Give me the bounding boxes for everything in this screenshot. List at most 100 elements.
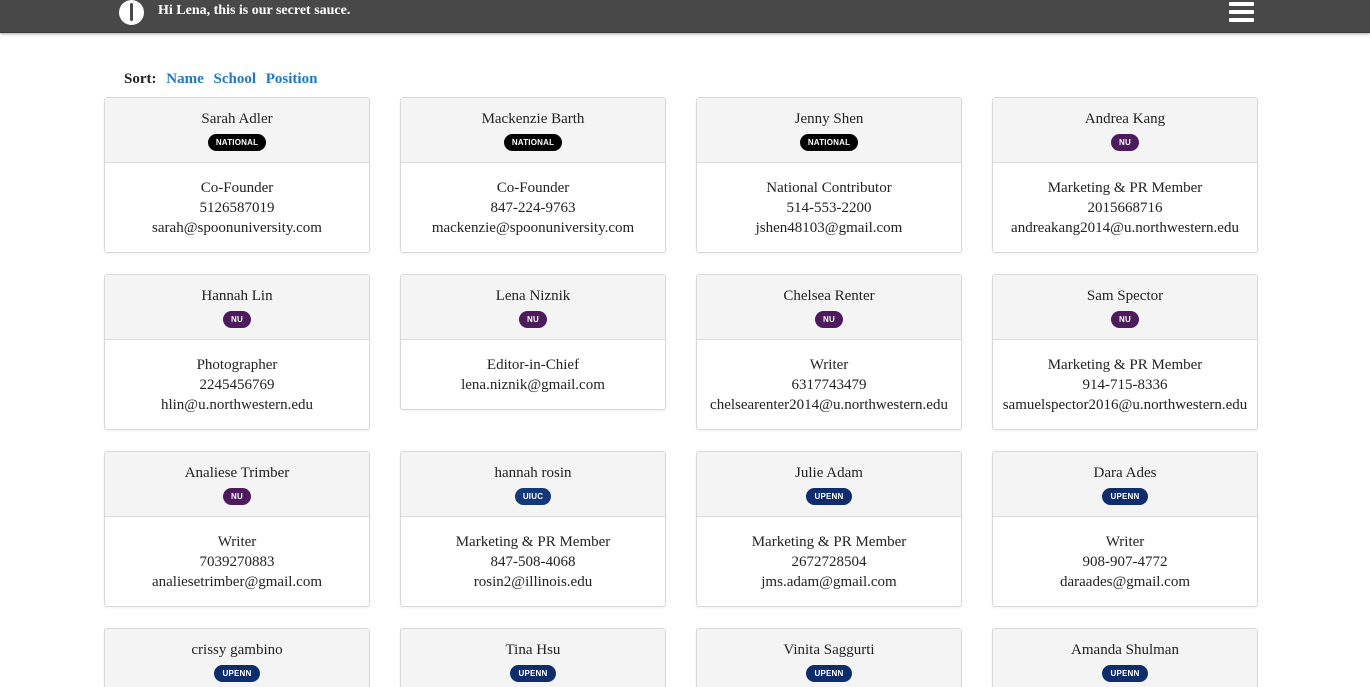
member-phone: 847-224-9763 — [490, 200, 576, 216]
top-navbar: Hi Lena, this is our secret sauce. — [0, 0, 1370, 33]
member-phone: 2245456769 — [199, 377, 275, 393]
member-card: Tina Hsu UPENN — [400, 628, 666, 687]
school-badge: NU — [1111, 311, 1139, 328]
member-card: Mackenzie Barth NATIONAL Co-Founder 847-224… — [400, 97, 666, 253]
member-position: Co-Founder — [496, 180, 570, 196]
member-card-body: Marketing & PR Member 2015668716 andreakan… — [993, 163, 1257, 252]
member-name: Hannah Lin — [201, 288, 273, 304]
member-name: Vinita Saggurti — [783, 642, 875, 658]
member-phone: 914-715-8336 — [1082, 377, 1168, 393]
member-card-header: hannah rosin UIUC — [401, 452, 665, 517]
member-email: chelsearenter2014@u.northwestern.edu — [710, 397, 948, 413]
member-name: Mackenzie Barth — [481, 111, 585, 127]
member-phone: 514-553-2200 — [786, 200, 872, 216]
member-phone: 2672728504 — [791, 554, 867, 570]
school-badge: NU — [223, 488, 251, 505]
member-name: Tina Hsu — [505, 642, 561, 658]
member-name: Andrea Kang — [1084, 111, 1166, 127]
member-email: daraades@gmail.com — [1059, 574, 1190, 590]
member-phone: 6317743479 — [791, 377, 867, 393]
member-card: Vinita Saggurti UPENN — [696, 628, 962, 687]
member-card-body: Marketing & PR Member 847-508-4068 rosin2@… — [401, 517, 665, 606]
school-badge: UPENN — [510, 665, 556, 682]
member-card: Jenny Shen NATIONAL National Contributor 51… — [696, 97, 962, 253]
member-position: Writer — [1105, 534, 1145, 550]
sort-by-school-link[interactable]: School — [214, 71, 257, 87]
member-email: rosin2@illinois.edu — [473, 574, 593, 590]
member-phone: 847-508-4068 — [490, 554, 576, 570]
member-card: Sarah Adler NATIONAL Co-Founder 5126587019 s… — [104, 97, 370, 253]
member-position: Marketing & PR Member — [455, 534, 611, 550]
member-email: samuelspector2016@u.northwestern.edu — [1002, 397, 1248, 413]
greeting-text: Hi Lena, this is our secret sauce. — [158, 3, 351, 18]
member-card-header: Chelsea Renter NU — [697, 275, 961, 340]
member-email: lena.niznik@gmail.com — [461, 377, 605, 393]
member-name: Amanda Shulman — [1071, 642, 1179, 658]
member-email: mackenzie@spoonuniversity.com — [431, 220, 635, 236]
member-card-header: Analiese Trimber NU — [105, 452, 369, 517]
member-email: hlin@u.northwestern.edu — [160, 397, 314, 413]
school-badge: NATIONAL — [799, 134, 859, 151]
member-email: analiesetrimber@gmail.com — [151, 574, 322, 590]
member-email: sarah@spoonuniversity.com — [152, 220, 322, 236]
member-card-body: Marketing & PR Member 914-715-8336 samuels… — [993, 340, 1257, 429]
spoon-logo-icon[interactable] — [119, 0, 144, 25]
member-card-header: Andrea Kang NU — [993, 98, 1257, 163]
member-position: Marketing & PR Member — [1047, 357, 1203, 373]
member-position: Editor-in-Chief — [486, 357, 580, 373]
member-card-body: Writer 6317743479 chelsearenter2014@u.nort… — [697, 340, 961, 429]
member-card-body: Co-Founder 5126587019 sarah@spoonuniversit… — [105, 163, 369, 252]
sort-by-name-link[interactable]: Name — [166, 71, 204, 87]
member-card-header: Hannah Lin NU — [105, 275, 369, 340]
member-position: Writer — [809, 357, 849, 373]
member-card-body: National Contributor 514-553-2200 jshen481… — [697, 163, 961, 252]
member-card-header: Tina Hsu UPENN — [401, 629, 665, 687]
member-email: jms.adam@gmail.com — [761, 574, 897, 590]
member-phone: 2015668716 — [1087, 200, 1163, 216]
member-name: Julie Adam — [795, 465, 863, 481]
member-card: Andrea Kang NU Marketing & PR Member 201566… — [992, 97, 1258, 253]
member-name: hannah rosin — [494, 465, 572, 481]
member-name: crissy gambino — [191, 642, 283, 658]
school-badge: NATIONAL — [207, 134, 267, 151]
member-grid: Sarah Adler NATIONAL Co-Founder 5126587019 s… — [104, 97, 1264, 687]
hamburger-menu-icon[interactable] — [1229, 2, 1254, 24]
school-badge: NU — [815, 311, 843, 328]
sort-bar: Sort: Name School Position — [124, 71, 323, 88]
member-card-header: Lena Niznik NU — [401, 275, 665, 340]
school-badge: UPENN — [1102, 665, 1148, 682]
member-name: Sam Spector — [1086, 288, 1164, 304]
member-card-body: Photographer 2245456769 hlin@u.northwester… — [105, 340, 369, 429]
member-card-header: Sam Spector NU — [993, 275, 1257, 340]
school-badge: UPENN — [214, 665, 260, 682]
member-card-body: Editor-in-Chief lena.niznik@gmail.com — [401, 340, 665, 409]
member-name: Chelsea Renter — [783, 288, 875, 304]
member-card-header: Amanda Shulman UPENN — [993, 629, 1257, 687]
member-card-header: Mackenzie Barth NATIONAL — [401, 98, 665, 163]
member-email: jshen48103@gmail.com — [755, 220, 903, 236]
member-card: hannah rosin UIUC Marketing & PR Member 847… — [400, 451, 666, 607]
member-position: Photographer — [196, 357, 278, 373]
member-card-body: Writer 7039270883 analiesetrimber@gmail.co… — [105, 517, 369, 606]
member-card: Julie Adam UPENN Marketing & PR Member 2672… — [696, 451, 962, 607]
member-name: Jenny Shen — [794, 111, 864, 127]
member-card: Amanda Shulman UPENN — [992, 628, 1258, 687]
member-card-header: Dara Ades UPENN — [993, 452, 1257, 517]
school-badge: NU — [223, 311, 251, 328]
member-name: Sarah Adler — [201, 111, 273, 127]
sort-by-position-link[interactable]: Position — [266, 71, 318, 87]
member-phone: 5126587019 — [199, 200, 275, 216]
school-badge: NU — [1111, 134, 1139, 151]
member-card-body: Writer 908-907-4772 daraades@gmail.com — [993, 517, 1257, 606]
school-badge: UPENN — [806, 665, 852, 682]
member-card-header: Jenny Shen NATIONAL — [697, 98, 961, 163]
sort-label: Sort: — [124, 71, 157, 87]
member-card-header: Sarah Adler NATIONAL — [105, 98, 369, 163]
member-card-header: Julie Adam UPENN — [697, 452, 961, 517]
member-phone: 7039270883 — [199, 554, 275, 570]
member-card: Hannah Lin NU Photographer 2245456769 hlin@u… — [104, 274, 370, 430]
school-badge: NATIONAL — [503, 134, 563, 151]
member-phone: 908-907-4772 — [1082, 554, 1168, 570]
member-email: andreakang2014@u.northwestern.edu — [1011, 220, 1239, 236]
member-name: Lena Niznik — [495, 288, 571, 304]
